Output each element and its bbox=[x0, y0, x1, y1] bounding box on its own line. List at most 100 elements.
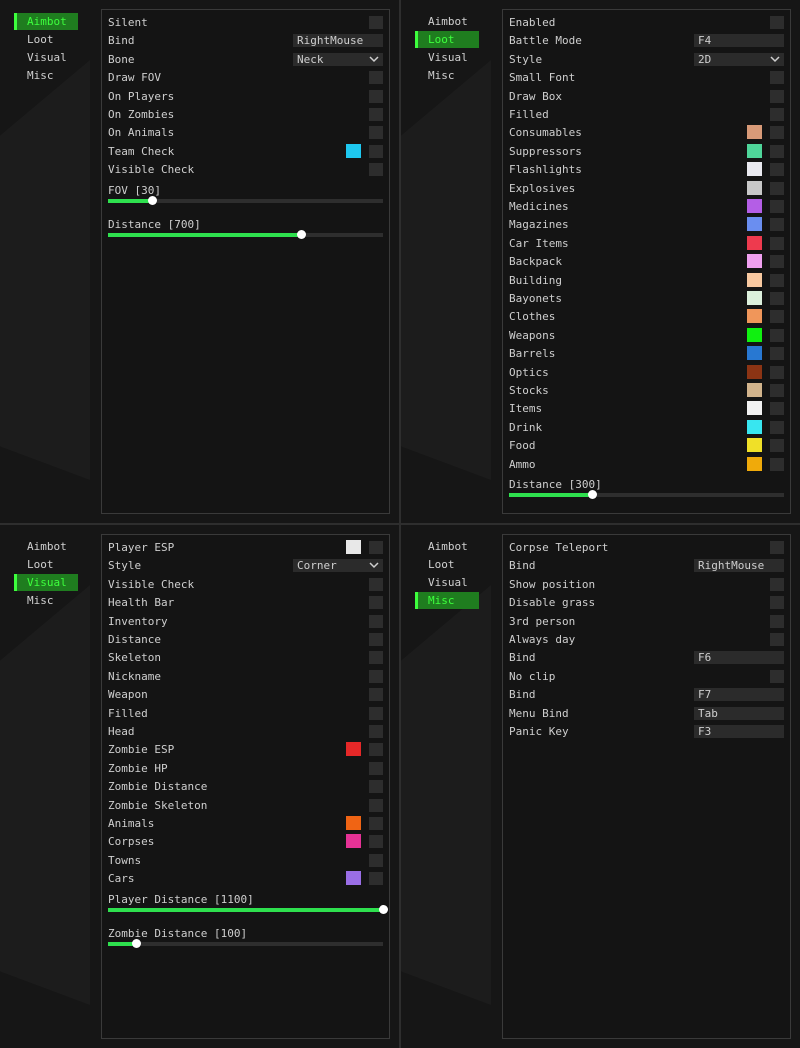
color-swatch[interactable] bbox=[747, 254, 762, 269]
checkbox[interactable] bbox=[770, 218, 784, 232]
tab-misc[interactable]: Misc bbox=[415, 592, 479, 609]
checkbox[interactable] bbox=[770, 577, 784, 591]
loot-row-style[interactable]: Style 2D bbox=[509, 52, 784, 68]
checkbox[interactable] bbox=[770, 328, 784, 342]
color-swatch[interactable] bbox=[747, 272, 762, 287]
distance-slider[interactable] bbox=[509, 490, 784, 499]
checkbox[interactable] bbox=[770, 200, 784, 213]
checkbox[interactable] bbox=[770, 181, 784, 195]
checkbox[interactable] bbox=[770, 126, 784, 140]
checkbox[interactable] bbox=[369, 835, 383, 849]
checkbox[interactable] bbox=[369, 817, 383, 830]
checkbox[interactable] bbox=[369, 71, 383, 85]
bind-field[interactable]: Tab bbox=[694, 706, 784, 720]
color-swatch[interactable] bbox=[747, 235, 762, 250]
checkbox[interactable] bbox=[770, 614, 784, 628]
color-swatch[interactable] bbox=[747, 383, 762, 397]
checkbox[interactable] bbox=[369, 669, 383, 683]
distance-slider[interactable] bbox=[108, 229, 383, 239]
color-swatch[interactable] bbox=[747, 309, 762, 324]
checkbox[interactable] bbox=[369, 651, 383, 665]
color-swatch[interactable] bbox=[747, 143, 762, 158]
tab-aimbot[interactable]: Aimbot bbox=[415, 538, 479, 555]
checkbox[interactable] bbox=[770, 384, 784, 397]
checkbox[interactable] bbox=[770, 292, 784, 305]
tab-visual[interactable]: Visual bbox=[14, 49, 78, 66]
slider-handle[interactable] bbox=[587, 490, 597, 499]
aimbot-row-bind[interactable]: Bind RightMouse bbox=[108, 33, 383, 49]
style-dropdown[interactable]: Corner bbox=[293, 559, 383, 573]
misc-row-panic-key[interactable]: Panic Key F3 bbox=[509, 724, 784, 740]
tab-visual[interactable]: Visual bbox=[415, 574, 479, 591]
checkbox[interactable] bbox=[369, 798, 383, 812]
tab-visual[interactable]: Visual bbox=[415, 49, 479, 66]
color-swatch[interactable] bbox=[747, 180, 762, 195]
checkbox[interactable] bbox=[369, 541, 383, 554]
color-swatch[interactable] bbox=[346, 834, 361, 849]
color-swatch[interactable] bbox=[346, 742, 361, 757]
color-swatch[interactable] bbox=[747, 456, 762, 471]
tab-aimbot[interactable]: Aimbot bbox=[14, 538, 78, 555]
slider-handle[interactable] bbox=[296, 229, 306, 239]
tab-aimbot[interactable]: Aimbot bbox=[14, 13, 78, 30]
color-swatch[interactable] bbox=[346, 816, 361, 830]
color-swatch[interactable] bbox=[747, 125, 762, 140]
misc-row-menu-bind[interactable]: Menu Bind Tab bbox=[509, 706, 784, 722]
color-swatch[interactable] bbox=[747, 419, 762, 434]
checkbox[interactable] bbox=[770, 144, 784, 158]
color-swatch[interactable] bbox=[747, 327, 762, 342]
tab-loot[interactable]: Loot bbox=[14, 31, 78, 48]
checkbox[interactable] bbox=[369, 126, 383, 140]
color-swatch[interactable] bbox=[747, 291, 762, 305]
checkbox[interactable] bbox=[369, 743, 383, 757]
color-swatch[interactable] bbox=[747, 401, 762, 416]
zombie-distance-slider[interactable] bbox=[108, 938, 383, 948]
tab-loot[interactable]: Loot bbox=[415, 31, 479, 48]
checkbox[interactable] bbox=[770, 457, 784, 471]
checkbox[interactable] bbox=[369, 872, 383, 886]
fov-slider[interactable] bbox=[108, 195, 383, 205]
checkbox[interactable] bbox=[369, 16, 383, 29]
bind-field[interactable]: RightMouse bbox=[293, 34, 383, 48]
checkbox[interactable] bbox=[369, 706, 383, 720]
bind-field[interactable]: F6 bbox=[694, 651, 784, 665]
checkbox[interactable] bbox=[770, 108, 784, 121]
slider-handle[interactable] bbox=[148, 195, 157, 205]
bind-field[interactable]: F3 bbox=[694, 725, 784, 738]
checkbox[interactable] bbox=[369, 853, 383, 867]
checkbox[interactable] bbox=[369, 688, 383, 702]
checkbox[interactable] bbox=[770, 310, 784, 324]
tab-loot[interactable]: Loot bbox=[14, 556, 78, 573]
checkbox[interactable] bbox=[369, 633, 383, 646]
checkbox[interactable] bbox=[369, 614, 383, 628]
tab-misc[interactable]: Misc bbox=[14, 592, 78, 609]
checkbox[interactable] bbox=[369, 144, 383, 158]
style-dropdown[interactable]: 2D bbox=[694, 52, 784, 66]
color-swatch[interactable] bbox=[747, 346, 762, 361]
checkbox[interactable] bbox=[770, 89, 784, 103]
color-swatch[interactable] bbox=[747, 438, 762, 453]
tab-loot[interactable]: Loot bbox=[415, 556, 479, 573]
color-swatch[interactable] bbox=[346, 871, 361, 886]
misc-row-bind[interactable]: Bind RightMouse bbox=[509, 558, 784, 574]
color-swatch[interactable] bbox=[747, 364, 762, 379]
bind-field[interactable]: F4 bbox=[694, 34, 784, 48]
style-dropdown[interactable]: Neck bbox=[293, 52, 383, 66]
checkbox[interactable] bbox=[770, 541, 784, 554]
checkbox[interactable] bbox=[770, 255, 784, 269]
checkbox[interactable] bbox=[770, 633, 784, 646]
color-swatch[interactable] bbox=[346, 540, 361, 554]
bind-field[interactable]: RightMouse bbox=[694, 559, 784, 573]
checkbox[interactable] bbox=[369, 761, 383, 775]
tab-misc[interactable]: Misc bbox=[415, 67, 479, 84]
checkbox[interactable] bbox=[770, 420, 784, 434]
checkbox[interactable] bbox=[369, 108, 383, 121]
tab-visual[interactable]: Visual bbox=[14, 574, 78, 591]
player-distance-slider[interactable] bbox=[108, 904, 388, 914]
checkbox[interactable] bbox=[770, 365, 784, 379]
checkbox[interactable] bbox=[369, 163, 383, 177]
checkbox[interactable] bbox=[770, 236, 784, 250]
bind-field[interactable]: F7 bbox=[694, 688, 784, 702]
checkbox[interactable] bbox=[770, 71, 784, 85]
tab-misc[interactable]: Misc bbox=[14, 67, 78, 84]
